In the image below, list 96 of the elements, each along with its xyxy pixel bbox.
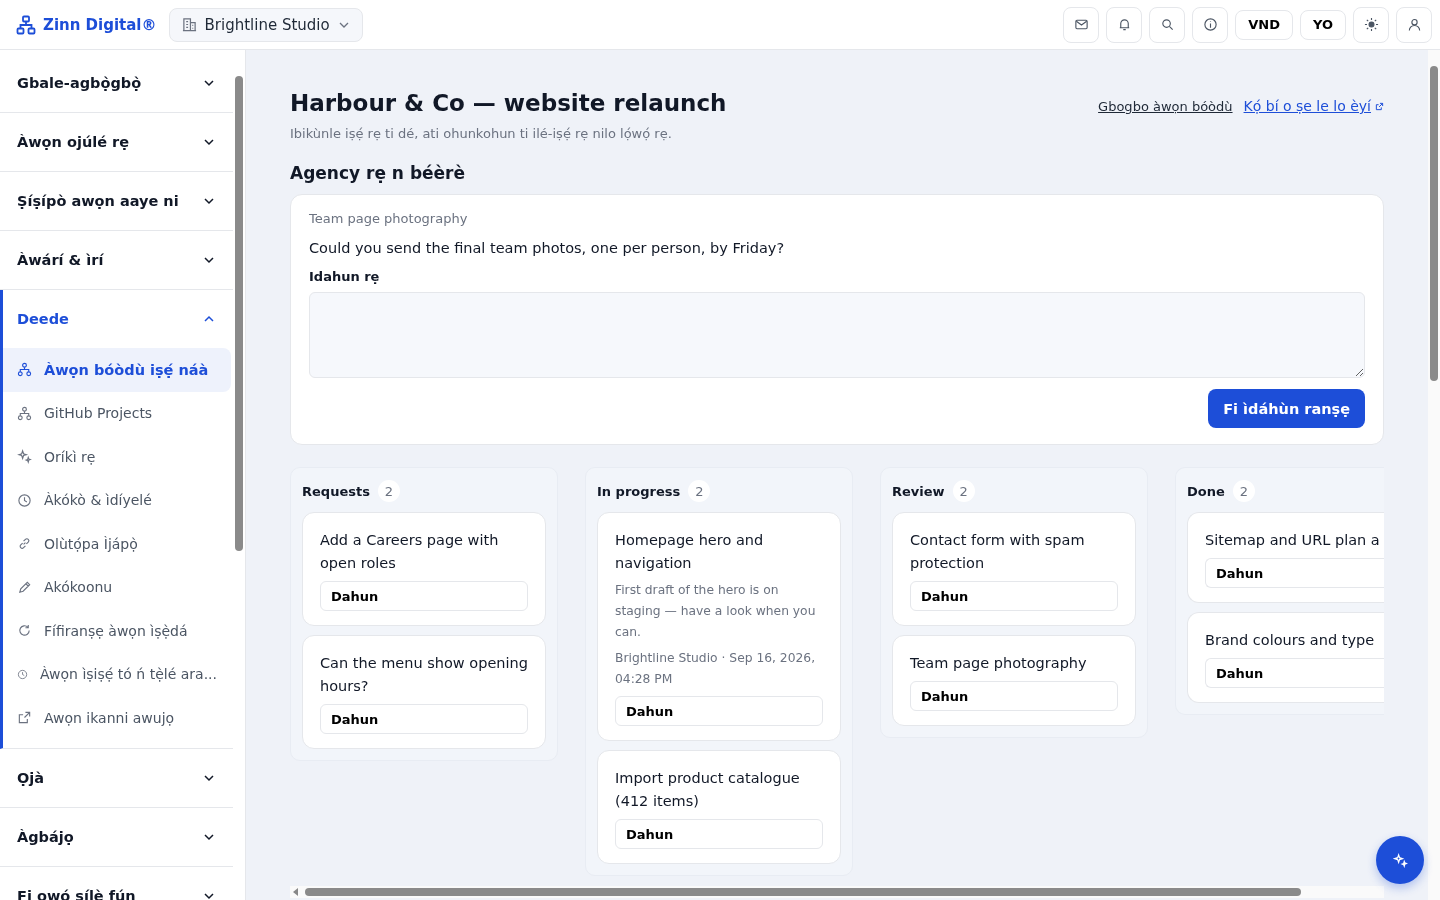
card-title: Brand colours and type xyxy=(1205,631,1376,650)
scrollbar[interactable] xyxy=(290,886,1384,898)
sidebar-item[interactable]: Awọn ikanni awujọ xyxy=(3,696,231,740)
building-icon xyxy=(181,17,197,32)
card-title: Can the menu show opening hours? xyxy=(320,654,528,696)
sun-button[interactable] xyxy=(1353,6,1389,43)
page-subtitle: Ibikùnle iṣẹ́ rẹ ti dé, ati ohunkohun ti ilé-iṣẹ́ rẹ nilo lọ́wọ́ rẹ. xyxy=(290,126,673,141)
column-title: Requests xyxy=(302,483,370,499)
reply-button[interactable]: Dahun xyxy=(320,704,528,734)
task-card[interactable]: Contact form with spam protection Dahun xyxy=(892,512,1136,626)
task-card[interactable]: Add a Careers page with open roles Dahun xyxy=(302,512,546,626)
scrollbar[interactable] xyxy=(1428,50,1440,900)
info-icon xyxy=(1202,17,1218,32)
card-meta: Brightline Studio · Sep 16, 2026, 04:28 PM xyxy=(615,650,817,688)
sidebar-section[interactable]: Àwọn ojúlé rẹ xyxy=(0,113,233,171)
sidebar-section[interactable]: Àwárí & ìrí xyxy=(0,231,233,289)
reply-button[interactable]: Dahun xyxy=(1205,658,1384,688)
search-icon xyxy=(1159,17,1175,32)
page-title: Harbour & Co — website relaunch xyxy=(290,90,727,116)
card-title: Import product catalogue (412 items) xyxy=(615,769,801,811)
reply-button[interactable]: Dahun xyxy=(1205,558,1384,588)
reply-button[interactable]: Dahun xyxy=(615,696,823,726)
card-count: 2 xyxy=(377,480,400,502)
sparkle-icon xyxy=(17,449,32,465)
search-button[interactable] xyxy=(1149,6,1186,43)
user-icon xyxy=(1406,17,1422,32)
answer-label: Idahun rẹ xyxy=(309,269,381,284)
clock-icon xyxy=(17,492,32,508)
task-card[interactable]: Homepage hero and navigation First draft of the hero is on staging — have a look when you can. Brightline Studio · Sep 16, 2026, 04:28 PM Dahun xyxy=(597,512,841,741)
brand-name[interactable]: Zinn Digital® xyxy=(43,15,157,34)
sidebar-item[interactable]: Fífiranṣẹ àwọn ìṣẹ̀dá xyxy=(3,609,231,653)
card-title: Add a Careers page with open roles xyxy=(320,531,500,573)
mail-icon xyxy=(1073,17,1089,32)
sidebar-item[interactable]: Olùtọ́pa Ìjápọ̀ xyxy=(3,522,231,566)
task-card[interactable]: Brand colours and type Dahun xyxy=(1187,612,1384,703)
scroll-left-icon[interactable] xyxy=(293,888,299,896)
sun-icon xyxy=(1363,17,1379,32)
card-title: Team page photography xyxy=(910,654,1088,673)
sidebar-section[interactable]: Ṣíṣípò awọn aaye ni xyxy=(0,172,233,230)
hierarchy-icon xyxy=(17,362,32,378)
sidebar-item[interactable]: Àwọn bóòdù iṣẹ́ náà xyxy=(3,348,231,392)
card-count: 2 xyxy=(952,480,975,502)
mail-button[interactable] xyxy=(1063,6,1100,43)
column-title: In progress xyxy=(597,483,681,499)
task-card[interactable]: Import product catalogue (412 items) Dahun xyxy=(597,750,841,864)
link-icon xyxy=(17,536,32,552)
sidebar-item[interactable]: Àwọn ìṣiṣẹ́ tó ń tẹ̀lé ara... xyxy=(3,652,231,696)
sidebar-section[interactable]: Gbale-agbọ̀gbọ̀ xyxy=(0,54,233,112)
section-heading: Agency rẹ n béèrè xyxy=(290,163,467,183)
hierarchy-icon xyxy=(17,405,32,421)
assistant-button[interactable] xyxy=(1376,836,1424,884)
workspace-selector[interactable]: Brightline Studio xyxy=(168,7,363,42)
request-question: Could you send the final team photos, one per person, by Friday? xyxy=(309,240,786,256)
sidebar-section[interactable]: Àgbájọ xyxy=(0,807,233,866)
card-count: 2 xyxy=(1232,480,1255,502)
reply-button[interactable]: Dahun xyxy=(910,581,1118,611)
sidebar-item[interactable]: Oríkì rẹ xyxy=(3,435,231,479)
sitemap-icon xyxy=(16,14,36,35)
sparkle-icon xyxy=(1392,852,1408,868)
sidebar-section[interactable]: Deede xyxy=(3,290,233,348)
chevron-down-icon xyxy=(203,254,215,266)
user-button[interactable] xyxy=(1396,6,1432,43)
request-topic: Team page photography xyxy=(309,211,469,226)
card-note: First draft of the hero is on staging — have a look when you can. xyxy=(615,582,817,641)
toggle-button[interactable]: VND xyxy=(1235,9,1293,40)
sidebar-item[interactable]: Akókoonu xyxy=(3,565,231,609)
info-button[interactable] xyxy=(1192,6,1229,43)
sidebar-section[interactable]: Fi owó sílè fún xyxy=(0,866,233,900)
chevron-down-icon xyxy=(203,136,215,148)
sidebar-item[interactable]: GitHub Projects xyxy=(3,391,231,435)
chevron-down-icon xyxy=(203,77,215,89)
task-card[interactable]: Team page photography Dahun xyxy=(892,635,1136,726)
bell-button[interactable] xyxy=(1106,6,1143,43)
reply-button[interactable]: Dahun xyxy=(910,681,1118,711)
reply-button[interactable]: Dahun xyxy=(320,581,528,611)
column-title: Done xyxy=(1187,483,1225,499)
task-card[interactable]: Can the menu show opening hours? Dahun xyxy=(302,635,546,749)
chevron-down-icon xyxy=(203,195,215,207)
card-title: Sitemap and URL plan a xyxy=(1205,531,1381,550)
external-link-icon xyxy=(1375,101,1384,111)
reply-button[interactable]: Dahun xyxy=(615,819,823,849)
pencil-icon xyxy=(17,579,32,595)
card-title: Homepage hero and navigation xyxy=(615,531,765,573)
external-link-icon xyxy=(17,710,32,726)
help-link[interactable]: Kọ́ bí o ṣe le lo èyí xyxy=(1243,98,1384,114)
send-button[interactable]: Fi ìdáhùn ranṣẹ xyxy=(1208,389,1365,428)
toggle-button[interactable]: YO xyxy=(1300,9,1346,40)
task-card[interactable]: Sitemap and URL plan a Dahun xyxy=(1187,512,1384,603)
column-title: Review xyxy=(892,483,945,499)
refresh-icon xyxy=(17,623,32,639)
boards-link[interactable]: Gbogbo àwọn bóòdù xyxy=(1098,98,1233,114)
sidebar-item[interactable]: Àkókò & ìdíyelé xyxy=(3,478,231,522)
card-count: 2 xyxy=(688,480,711,502)
card-title: Contact form with spam protection xyxy=(910,531,1086,573)
sidebar-section[interactable]: Ọjà xyxy=(0,748,233,807)
answer-field[interactable] xyxy=(309,292,1365,378)
